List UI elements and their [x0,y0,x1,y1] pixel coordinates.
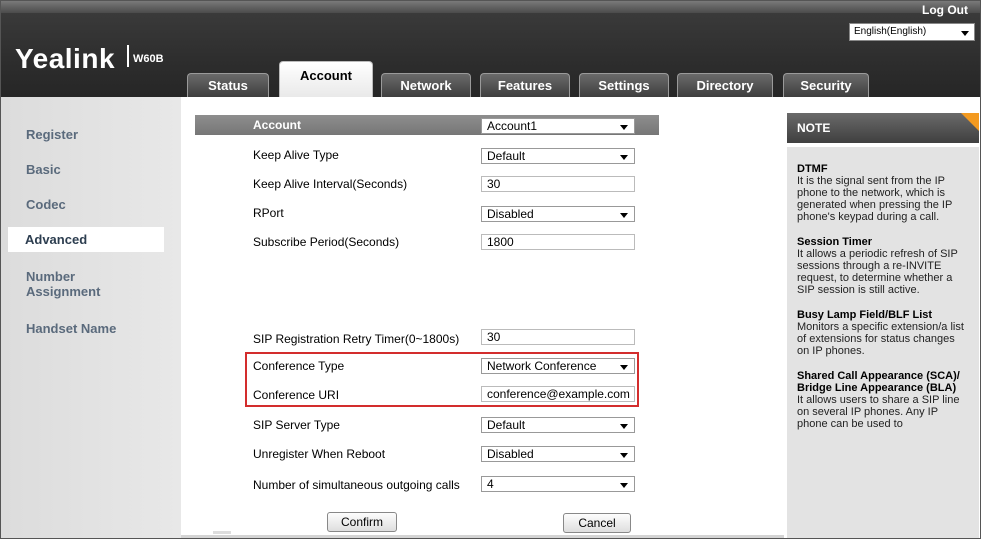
rport-value: Disabled [487,207,534,221]
note-title: NOTE [797,121,831,135]
tab-status[interactable]: Status [187,73,269,97]
sidebar-item-advanced[interactable]: Advanced [8,227,164,252]
keep-alive-type-label: Keep Alive Type [253,148,339,162]
tab-settings[interactable]: Settings [579,73,669,97]
sidebar-item-basic[interactable]: Basic [26,162,61,177]
rport-label: RPort [253,206,284,220]
model-label: W60B [133,53,164,65]
note-item-blf: Busy Lamp Field/BLF List Monitors a spec… [797,309,969,357]
sidebar-item-codec[interactable]: Codec [26,197,66,212]
note-item-title: Busy Lamp Field/BLF List [797,309,933,321]
sip-server-type-value: Default [487,418,526,432]
bottom-marker [213,531,231,534]
chevron-down-icon [620,453,628,458]
chevron-down-icon [620,155,628,160]
note-item-sca: Shared Call Appearance (SCA)/ Bridge Lin… [797,370,969,430]
chevron-down-icon [620,365,628,370]
tab-account[interactable]: Account [279,61,373,97]
chevron-down-icon [620,125,628,130]
conference-type-label: Conference Type [253,359,345,373]
tab-features[interactable]: Features [480,73,570,97]
header-top-strip [1,1,980,13]
tab-directory[interactable]: Directory [677,73,773,97]
note-corner-fold [961,113,979,131]
note-item-title: Session Timer [797,236,872,248]
note-item-title: Shared Call Appearance (SCA)/ Bridge Lin… [797,370,960,394]
note-item-dtmf: DTMF It is the signal sent from the IP p… [797,163,969,223]
chevron-down-icon [961,31,969,36]
sidebar-item-number-assignment[interactable]: Number Assignment [26,269,136,299]
rport-select[interactable]: Disabled [481,206,635,222]
browser-page: Yealink W60B Log Out English(English) St… [0,0,981,539]
chevron-down-icon [620,424,628,429]
language-select-value: English(English) [854,26,927,37]
note-item-text: It allows users to share a SIP line on s… [797,394,960,430]
unregister-when-reboot-label: Unregister When Reboot [253,447,386,461]
outgoing-calls-select[interactable]: 4 [481,476,635,492]
tab-security[interactable]: Security [783,73,869,97]
subscribe-period-label: Subscribe Period(Seconds) [253,235,400,249]
keep-alive-interval-label: Keep Alive Interval(Seconds) [253,177,408,191]
note-item-session-timer: Session Timer It allows a periodic refre… [797,236,969,296]
account-label: Account [253,118,301,132]
conference-type-value: Network Conference [487,359,597,373]
sidebar-item-register[interactable]: Register [26,127,78,142]
logout-link[interactable]: Log Out [922,3,968,17]
note-header: NOTE [787,113,979,143]
outgoing-calls-label: Number of simultaneous outgoing calls [253,478,460,492]
unregister-when-reboot-select[interactable]: Disabled [481,446,635,462]
keep-alive-type-value: Default [487,149,526,163]
language-select[interactable]: English(English) [849,23,975,41]
conference-uri-input[interactable]: conference@example.com [481,386,635,402]
account-select[interactable]: Account1 [481,118,635,134]
chevron-down-icon [620,483,628,488]
yealink-logo: Yealink [15,43,116,74]
note-body: DTMF It is the signal sent from the IP p… [787,147,979,538]
outgoing-calls-value: 4 [487,477,494,491]
sip-server-type-select[interactable]: Default [481,417,635,433]
conference-type-select[interactable]: Network Conference [481,358,635,374]
sip-retry-timer-label: SIP Registration Retry Timer(0~1800s) [253,332,460,346]
note-item-text: It is the signal sent from the IP phone … [797,175,953,223]
header-bar: Yealink W60B Log Out English(English) St… [1,1,980,97]
subscribe-period-input[interactable]: 1800 [481,234,635,250]
conference-uri-label: Conference URI [253,388,340,402]
note-item-text: It allows a periodic refresh of SIP sess… [797,248,958,296]
confirm-button[interactable]: Confirm [327,512,397,532]
keep-alive-type-select[interactable]: Default [481,148,635,164]
sidebar-item-handset-name[interactable]: Handset Name [26,321,116,336]
cancel-button[interactable]: Cancel [563,513,631,533]
note-item-text: Monitors a specific extension/a list of … [797,321,964,357]
tab-network[interactable]: Network [381,73,471,97]
keep-alive-interval-input[interactable]: 30 [481,176,635,192]
note-item-title: DTMF [797,163,828,175]
chevron-down-icon [620,213,628,218]
account-select-value: Account1 [487,119,538,133]
logo-separator [127,45,129,67]
sip-server-type-label: SIP Server Type [253,418,340,432]
unregister-when-reboot-value: Disabled [487,447,534,461]
sip-retry-timer-input[interactable]: 30 [481,329,635,345]
